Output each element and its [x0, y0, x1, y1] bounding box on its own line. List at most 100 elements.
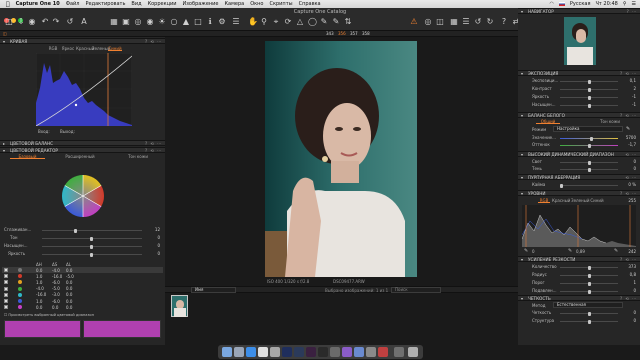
color-swatch-after[interactable] [83, 320, 161, 338]
clar-slider-value[interactable]: 0 [624, 310, 636, 315]
purple-fringe-controls-icon[interactable]: ⟲ ⋯ [625, 175, 637, 180]
hdr-slider-value[interactable]: 0 [624, 166, 636, 171]
proof-icon[interactable]: ◎ [424, 18, 432, 26]
menu-list-icon[interactable]: ☰ [632, 1, 636, 7]
wb-tab-skin[interactable]: Тон кожи [596, 119, 624, 124]
warning-icon[interactable]: ⚠ [410, 18, 418, 26]
filmstrip-icon[interactable]: ▣ [122, 18, 130, 26]
hdr-slider-value[interactable]: 0 [624, 159, 636, 164]
filmstrip-thumbnail[interactable] [171, 295, 188, 317]
clar-slider-knob[interactable] [588, 311, 591, 316]
wifi-icon[interactable]: ◠ [550, 1, 554, 7]
menu-file[interactable]: Файл [66, 1, 80, 7]
color-editor-tab-basic[interactable]: Базовый [10, 154, 45, 159]
levels-tab-blue[interactable]: Синий [590, 198, 604, 203]
hdr-slider[interactable] [560, 167, 618, 172]
chrome-icon[interactable] [258, 347, 268, 357]
clar-slider-knob[interactable] [588, 319, 591, 324]
wb-tab-general[interactable]: Общий [536, 119, 560, 124]
premiere-icon[interactable] [306, 347, 316, 357]
hdr-slider-knob[interactable] [588, 160, 591, 165]
color-editor-row[interactable]: 0.0 -4.0 0.0 [2, 267, 163, 273]
color-editor-row[interactable]: 0.0 0.0 0.0 [2, 304, 163, 310]
lens-icon[interactable]: ○ [170, 18, 178, 26]
system-prefs-icon[interactable] [366, 347, 376, 357]
exposure-controls-icon[interactable]: ? ⟲ ⋯ [620, 71, 637, 76]
curves-tab-rgb[interactable]: RGB [46, 46, 60, 51]
composition-icon[interactable]: □ [194, 18, 202, 26]
wb-kelvin-value[interactable]: 5700 [624, 135, 636, 140]
levels-tab-rgb[interactable]: RGB [538, 198, 550, 203]
exp-slider[interactable] [560, 79, 618, 84]
sharp-slider-value[interactable]: 0,8 [624, 272, 636, 277]
view-selected-range-checkbox[interactable]: ☐ Просмотреть выбранный цветовой диапазо… [4, 313, 94, 317]
sharp-slider-value[interactable]: 0 [624, 288, 636, 293]
capture-one-icon[interactable] [318, 347, 328, 357]
hdr-header[interactable]: ▾ ВЫСОКИЙ ДИНАМИЧЕСКИЙ ДИАПАЗОН ⟲ ⋯ [518, 151, 640, 157]
sharp-slider-value[interactable]: 373 [624, 264, 636, 269]
fringe-slider[interactable] [560, 183, 618, 188]
row-checkbox[interactable] [4, 274, 8, 279]
pan-tool-icon[interactable]: ✋ [248, 18, 258, 26]
exp-slider[interactable] [560, 103, 618, 108]
color-editor-tab-advanced[interactable]: Расширенный [60, 154, 100, 159]
import-icon[interactable]: ⇩ [17, 18, 25, 26]
clar-slider[interactable] [560, 311, 618, 316]
color-balance-controls-icon[interactable]: ? ⟲ ⋯ [145, 141, 162, 146]
menu-scripts[interactable]: Скрипты [270, 1, 293, 7]
color-editor-row[interactable]: -16.0 -3.0 0.0 [2, 292, 163, 298]
menu-adjustments[interactable]: Коррекции [148, 1, 177, 7]
main-photo[interactable] [265, 41, 417, 277]
curves-tab-green[interactable]: Зеленый [92, 46, 110, 51]
folder-icon[interactable]: ◫ [5, 18, 13, 26]
white-balance-controls-icon[interactable]: ? ⟲ ⋯ [620, 113, 637, 118]
color-balance-header[interactable]: ▸ ЦВЕТОВОЙ БАЛАНС ? ⟲ ⋯ [0, 140, 165, 146]
color-editor-row[interactable]: 1.0 -16.0 -5.0 [2, 273, 163, 279]
curves-header[interactable]: ▾ КРИВАЯ ? ⟲ ⋯ [0, 38, 165, 44]
panel-toggle-icon[interactable]: ◫ [3, 31, 7, 36]
purple-fringe-header[interactable]: ▾ ПУРПУРНАЯ АБЕРРАЦИЯ ⟲ ⋯ [518, 174, 640, 180]
sharp-slider-knob[interactable] [588, 281, 591, 286]
exp-slider[interactable] [560, 95, 618, 100]
itunes-icon[interactable] [342, 347, 352, 357]
color-editor-row[interactable]: 1.0 -6.0 0.0 [2, 279, 163, 285]
clock-label[interactable]: Чт 20:48 [596, 1, 618, 7]
clar-slider-value[interactable]: 0 [624, 318, 636, 323]
curves-graph[interactable] [36, 53, 132, 126]
preview-icon[interactable] [330, 347, 340, 357]
capture-icon[interactable]: ◉ [28, 18, 36, 26]
saturation-slider[interactable] [42, 244, 142, 249]
rotate-right-icon[interactable]: ↻ [486, 18, 494, 26]
search-icon[interactable]: ⚲ [623, 1, 627, 7]
camera-icon[interactable]: ◎ [134, 18, 142, 26]
undo-icon[interactable]: ↶ [41, 18, 49, 26]
hue-value[interactable]: 0 [148, 235, 160, 240]
keystone-tool-icon[interactable]: △ [296, 18, 304, 26]
apple-icon[interactable]:  [6, 1, 10, 8]
photoshop-icon[interactable] [282, 347, 292, 357]
navigator-controls-icon[interactable]: ? ⋯ [627, 9, 637, 14]
curves-tab-luma[interactable]: Яркос [61, 46, 75, 51]
wb-picker-icon[interactable]: ✎ [626, 126, 630, 132]
exp-slider-value[interactable]: -1 [624, 94, 636, 99]
exp-slider-value[interactable]: 0,1 [624, 78, 636, 83]
sharp-slider-knob[interactable] [588, 273, 591, 278]
clar-slider[interactable] [560, 319, 618, 324]
list-view-icon[interactable]: ☰ [462, 18, 470, 26]
hue-slider[interactable] [42, 236, 142, 241]
metadata-icon[interactable]: ℹ [206, 18, 214, 26]
menu-app-name[interactable]: Capture One 10 [16, 1, 60, 7]
levels-mid-value[interactable]: 0,89 [576, 249, 585, 254]
zoom-tool-icon[interactable]: ⚲ [260, 18, 268, 26]
menu-window[interactable]: Окно [250, 1, 263, 7]
navigator-header[interactable]: ▾ НАВИГАТОР ? ⋯ [518, 8, 640, 14]
rotate-tool-icon[interactable]: ⟳ [284, 18, 292, 26]
color-editor-controls-icon[interactable]: ? ⟲ ⋯ [145, 148, 162, 153]
wb-tint-slider[interactable] [560, 143, 618, 148]
exp-slider[interactable] [560, 87, 618, 92]
exp-slider-knob[interactable] [588, 79, 591, 84]
app-store-icon[interactable] [354, 347, 364, 357]
sort-dropdown[interactable]: Имя [191, 287, 236, 293]
color-editor-tab-skin[interactable]: Тон кожи [118, 154, 158, 159]
grid-icon[interactable]: ▦ [110, 18, 118, 26]
